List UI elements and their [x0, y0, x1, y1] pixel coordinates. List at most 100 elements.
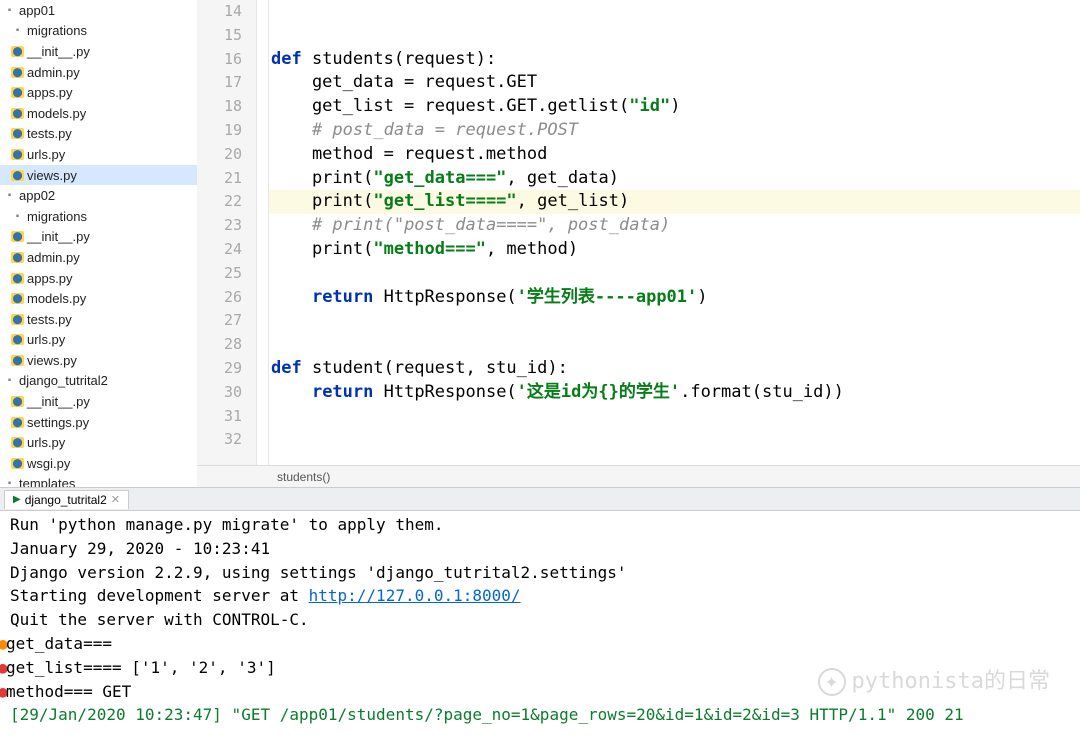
django-icon: ▶ [13, 494, 21, 505]
python-file-icon: ⬤ [10, 332, 25, 347]
terminal-output[interactable]: Run 'python manage.py migrate' to apply … [0, 511, 1080, 746]
tree-item[interactable]: ▪migrations [0, 206, 197, 227]
tree-item[interactable]: ▪app02 [0, 185, 197, 206]
tree-item-label: urls.py [27, 435, 65, 450]
folder-icon: ▪ [2, 188, 17, 203]
code-line[interactable] [269, 428, 1080, 452]
code-line[interactable] [269, 333, 1080, 357]
tree-item[interactable]: ⬤settings.py [0, 412, 197, 433]
line-number: 18 [197, 95, 242, 119]
python-file-icon: ⬤ [10, 250, 25, 265]
tree-item[interactable]: ⬤__init__.py [0, 41, 197, 62]
line-number: 25 [197, 262, 242, 286]
tree-item[interactable]: ▪templates [0, 474, 197, 487]
code-line[interactable]: get_data = request.GET [269, 71, 1080, 95]
python-file-icon: ⬤ [10, 168, 25, 183]
tree-item[interactable]: ⬤urls.py [0, 432, 197, 453]
tree-item-label: models.py [27, 291, 86, 306]
code-line[interactable]: return HttpResponse('这是id为{}的学生'.format(… [269, 381, 1080, 405]
python-file-icon: ⬤ [10, 85, 25, 100]
close-icon[interactable]: ✕ [111, 493, 120, 506]
tree-item[interactable]: ⬤admin.py [0, 62, 197, 83]
python-file-icon: ⬤ [10, 394, 25, 409]
tree-item[interactable]: ▪django_tutrital2 [0, 371, 197, 392]
tree-item-label: apps.py [27, 271, 73, 286]
folder-icon: ▪ [10, 23, 25, 38]
python-file-icon: ⬤ [10, 291, 25, 306]
breakpoint-marker: ● [0, 656, 6, 680]
line-number: 16 [197, 48, 242, 72]
tree-item[interactable]: ⬤admin.py [0, 247, 197, 268]
tree-item-label: tests.py [27, 126, 72, 141]
tree-item-label: models.py [27, 106, 86, 121]
tree-item-label: urls.py [27, 332, 65, 347]
tree-item[interactable]: ⬤wsgi.py [0, 453, 197, 474]
tree-item[interactable]: ⬤urls.py [0, 330, 197, 351]
run-tab[interactable]: ▶ django_tutrital2 ✕ [4, 490, 129, 509]
tree-item[interactable]: ⬤__init__.py [0, 391, 197, 412]
code-line[interactable]: def students(request): [269, 48, 1080, 72]
code-line[interactable]: # print("post_data====", post_data) [269, 214, 1080, 238]
line-number: 21 [197, 167, 242, 191]
tree-item-label: templates [19, 476, 75, 487]
code-line[interactable]: get_list = request.GET.getlist("id") [269, 95, 1080, 119]
code-line[interactable] [269, 24, 1080, 48]
python-file-icon: ⬤ [10, 312, 25, 327]
tree-item[interactable]: ⬤__init__.py [0, 227, 197, 248]
code-line[interactable] [269, 262, 1080, 286]
tree-item[interactable]: ⬤views.py [0, 350, 197, 371]
line-number: 14 [197, 0, 242, 24]
tree-item[interactable]: ⬤models.py [0, 103, 197, 124]
tree-item[interactable]: ▪app01 [0, 0, 197, 21]
breadcrumb[interactable]: students() [197, 465, 1080, 487]
tree-item-label: migrations [27, 23, 87, 38]
watermark: ✦ pythonista的日常 [818, 668, 1050, 696]
line-number: 20 [197, 143, 242, 167]
code-line[interactable]: print("method===", method) [269, 238, 1080, 262]
folder-icon: ▪ [10, 209, 25, 224]
line-number: 30 [197, 381, 242, 405]
tree-item[interactable]: ⬤models.py [0, 288, 197, 309]
code-line[interactable] [269, 405, 1080, 429]
tree-item-label: django_tutrital2 [19, 373, 108, 388]
terminal-line: Run 'python manage.py migrate' to apply … [10, 513, 1070, 537]
code-line[interactable] [269, 0, 1080, 24]
tree-item-label: __init__.py [27, 229, 90, 244]
run-tab-label: django_tutrital2 [25, 493, 107, 507]
code-line[interactable]: def student(request, stu_id): [269, 357, 1080, 381]
line-number: 23 [197, 214, 242, 238]
line-number: 26 [197, 286, 242, 310]
line-number: 15 [197, 24, 242, 48]
tree-item[interactable]: ⬤apps.py [0, 268, 197, 289]
tree-item[interactable]: ⬤urls.py [0, 144, 197, 165]
code-line[interactable]: print("get_list====", get_list) [269, 190, 1080, 214]
code-line[interactable]: # post_data = request.POST [269, 119, 1080, 143]
tree-item[interactable]: ⬤tests.py [0, 124, 197, 145]
tree-item[interactable]: ⬤tests.py [0, 309, 197, 330]
terminal-line: January 29, 2020 - 10:23:41 [10, 537, 1070, 561]
python-file-icon: ⬤ [10, 415, 25, 430]
line-number: 19 [197, 119, 242, 143]
breakpoint-marker: ● [0, 680, 6, 704]
tree-item-label: views.py [27, 168, 77, 183]
code-line[interactable]: print("get_data===", get_data) [269, 167, 1080, 191]
code-line[interactable]: return HttpResponse('学生列表----app01') [269, 286, 1080, 310]
code-line[interactable]: method = request.method [269, 143, 1080, 167]
tree-item-label: wsgi.py [27, 456, 70, 471]
terminal-line: ●get_data=== [10, 632, 1070, 656]
tree-item-label: migrations [27, 209, 87, 224]
terminal-line: Starting development server at http://12… [10, 584, 1070, 608]
tree-item[interactable]: ▪migrations [0, 21, 197, 42]
line-number: 29 [197, 357, 242, 381]
tree-item[interactable]: ⬤apps.py [0, 82, 197, 103]
code-line[interactable] [269, 309, 1080, 333]
code-editor: 14151617181920212223242526272829303132 d… [197, 0, 1080, 487]
server-url-link[interactable]: http://127.0.0.1:8000/ [309, 586, 521, 605]
tree-item-label: app02 [19, 188, 55, 203]
tree-item-label: __init__.py [27, 394, 90, 409]
code-content[interactable]: def students(request): get_data = reques… [269, 0, 1080, 465]
tree-item-label: app01 [19, 3, 55, 18]
folder-icon: ▪ [2, 476, 17, 487]
tree-item[interactable]: ⬤views.py [0, 165, 197, 186]
tree-item-label: admin.py [27, 250, 80, 265]
